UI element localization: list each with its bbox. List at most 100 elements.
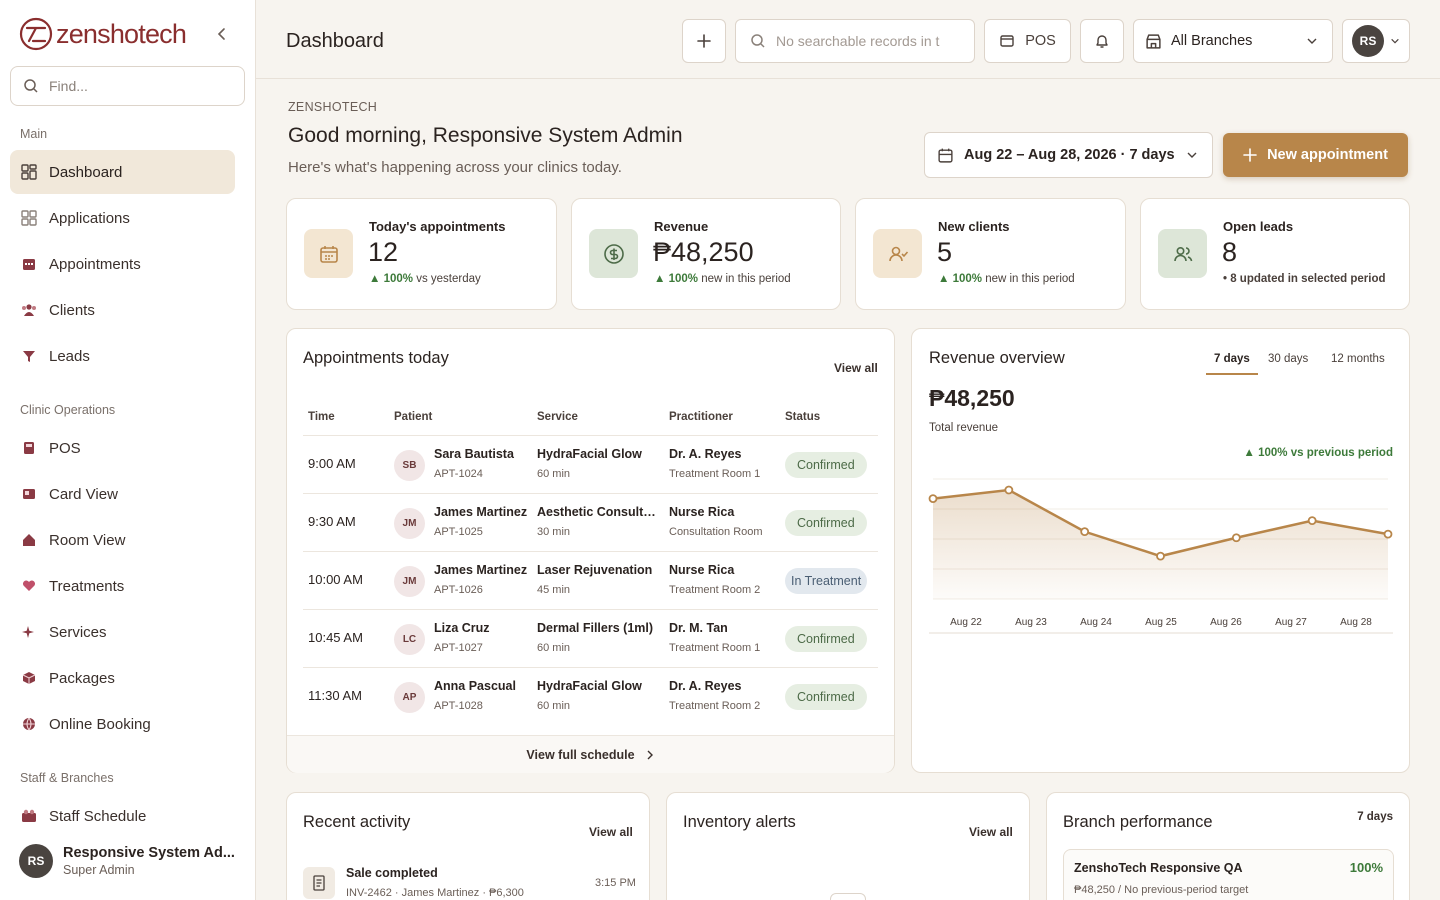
service-name: Laser Rejuvenation [537,563,653,577]
room: Treatment Room 2 [669,700,761,712]
practitioner: Dr. A. Reyes [669,679,742,693]
apps-icon [21,210,37,226]
notifications-button[interactable] [1080,19,1124,63]
sidebar-item-staff-schedule[interactable]: Staff Schedule [10,794,235,838]
appt-id: APT-1024 [434,468,483,480]
table-row[interactable]: 9:30 AM JM James Martinez APT-1025 Aesth… [303,493,878,551]
appointments-card: Appointments today View all Time Patient… [286,328,895,773]
tab-7-days[interactable]: 7 days [1206,353,1258,375]
sidebar-item-appointments[interactable]: Appointments [10,242,235,286]
sidebar-item-card-view[interactable]: Card View [10,472,235,516]
sidebar-item-clients[interactable]: Clients [10,288,235,332]
sidebar-item-applications[interactable]: Applications [10,196,235,240]
sidebar-item-services[interactable]: Services [10,610,235,654]
view-all-link[interactable]: View all [969,825,1013,839]
building-icon [1146,33,1161,49]
sidebar-item-label: Room View [49,531,126,549]
practitioner: Dr. M. Tan [669,621,728,635]
x-tick-label: Aug 24 [1080,617,1112,628]
brand[interactable]: zenshotech [19,17,187,51]
revenue-delta: ▲ 100% vs previous period [1243,447,1393,459]
data-point[interactable] [1156,551,1165,561]
heart-icon [21,578,37,594]
global-search-input[interactable]: No searchable records in t [735,19,975,63]
chevron-left-icon[interactable] [213,25,231,43]
tab-12-months[interactable]: 12 months [1331,353,1385,373]
table-row[interactable]: 11:30 AM AP Anna Pascual APT-1028 HydraF… [303,667,878,725]
sparkle-icon [21,624,37,640]
table-row[interactable]: 9:00 AM SB Sara Bautista APT-1024 HydraF… [303,435,878,493]
avatar: AP [394,682,425,713]
view-all-link[interactable]: View all [589,825,633,839]
view-all-link[interactable]: View all [834,361,878,375]
stat-card-revenue[interactable]: Revenue ₱48,250 ▲ 100% new in this perio… [571,198,841,310]
new-appointment-button[interactable]: New appointment [1223,133,1408,177]
sidebar-item-label: Clients [49,301,95,319]
table-row[interactable]: 10:00 AM JM James Martinez APT-1026 Lase… [303,551,878,609]
service-name: HydraFacial Glow [537,679,642,693]
branch-select[interactable]: All Branches [1133,19,1333,63]
service-name: Dermal Fillers (1ml) [537,621,654,635]
branch-period: 7 days [1357,811,1393,823]
card-title: Revenue overview [929,349,1065,367]
date-range-picker[interactable]: Aug 22 – Aug 28, 2026 · 7 days [924,132,1213,178]
user-card[interactable]: RS Responsive System Ad... Super Admin [19,844,235,878]
x-tick-label: Aug 25 [1145,617,1177,628]
sidebar-item-leads[interactable]: Leads [10,334,235,378]
patient-name: James Martinez [434,563,528,577]
sidebar-item-online-booking[interactable]: Online Booking [10,702,235,746]
stat-note: vs yesterday [413,273,481,285]
room: Consultation Room [669,526,763,538]
user-role: Super Admin [63,863,135,877]
stat-card-open-leads[interactable]: Open leads 8 • 8 updated in selected per… [1140,198,1410,310]
sidebar-item-pos[interactable]: POS [10,426,235,470]
service-name: HydraFacial Glow [537,447,642,461]
pos-button[interactable]: POS [984,19,1071,63]
practitioner: Dr. A. Reyes [669,447,742,461]
data-point[interactable] [1307,516,1317,526]
globe-icon [21,716,37,732]
branch-pct: 100% [1349,860,1383,875]
data-point[interactable] [928,494,938,503]
stat-card-new-clients[interactable]: New clients 5 ▲ 100% new in this period [855,198,1126,310]
sidebar-item-treatments[interactable]: Treatments [10,564,235,608]
sidebar-item-dashboard[interactable]: Dashboard [10,150,235,194]
data-point[interactable] [1080,527,1090,537]
sidebar-item-room-view[interactable]: Room View [10,518,235,562]
calendar-icon [21,256,37,272]
activity-detail: INV-2462 · James Martinez · ₱6,300 [346,887,524,899]
section-staff: Staff & Branches [20,771,114,785]
stat-note: new in this period [698,273,791,285]
branch-row[interactable]: ZenshoTech Responsive QA 100% ₱48,250 / … [1063,849,1394,900]
status-badge: Confirmed [785,510,867,536]
status-badge: In Treatment [785,568,868,594]
view-full-schedule-label: View full schedule [526,747,635,762]
sidebar-search-input[interactable]: Find... [10,66,245,106]
dollar-icon [589,229,638,278]
avatar: LC [394,624,425,655]
card-title: Branch performance [1063,813,1213,831]
data-point[interactable] [1383,529,1393,539]
stat-card-appointments[interactable]: Today's appointments 12 ▲ 100% vs yester… [286,198,557,310]
brand-name: zenshotech [56,19,187,49]
stat-sub: ▲ 100% new in this period [654,273,791,285]
tab-30-days[interactable]: 30 days [1268,353,1308,373]
sidebar: zenshotech Find... Main Clinic Operation… [0,0,256,900]
add-button[interactable] [682,19,726,63]
box-icon [21,670,37,686]
sidebar-item-label: Packages [49,669,115,687]
view-full-schedule-link[interactable]: View full schedule [287,735,894,773]
data-point[interactable] [1231,533,1241,543]
chevron-down-icon [1391,38,1399,44]
profile-menu[interactable]: RS [1342,19,1410,63]
data-point[interactable] [1004,485,1014,495]
status-badge: Confirmed [785,452,867,478]
stat-sub: • 8 updated in selected period [1223,273,1386,285]
stat-sub: ▲ 100% new in this period [938,273,1075,285]
table-row[interactable]: 10:45 AM LC Liza Cruz APT-1027 Dermal Fi… [303,609,878,667]
service-duration: 60 min [537,468,571,480]
revenue-chart: Aug 22 Aug 23 Aug 24 Aug 25 Aug 26 Aug 27 Aug … [928,478,1393,634]
sidebar-item-packages[interactable]: Packages [10,656,235,700]
topbar: Dashboard No searchable records in t POS… [256,0,1440,79]
sidebar-item-label: Staff Schedule [49,807,147,825]
